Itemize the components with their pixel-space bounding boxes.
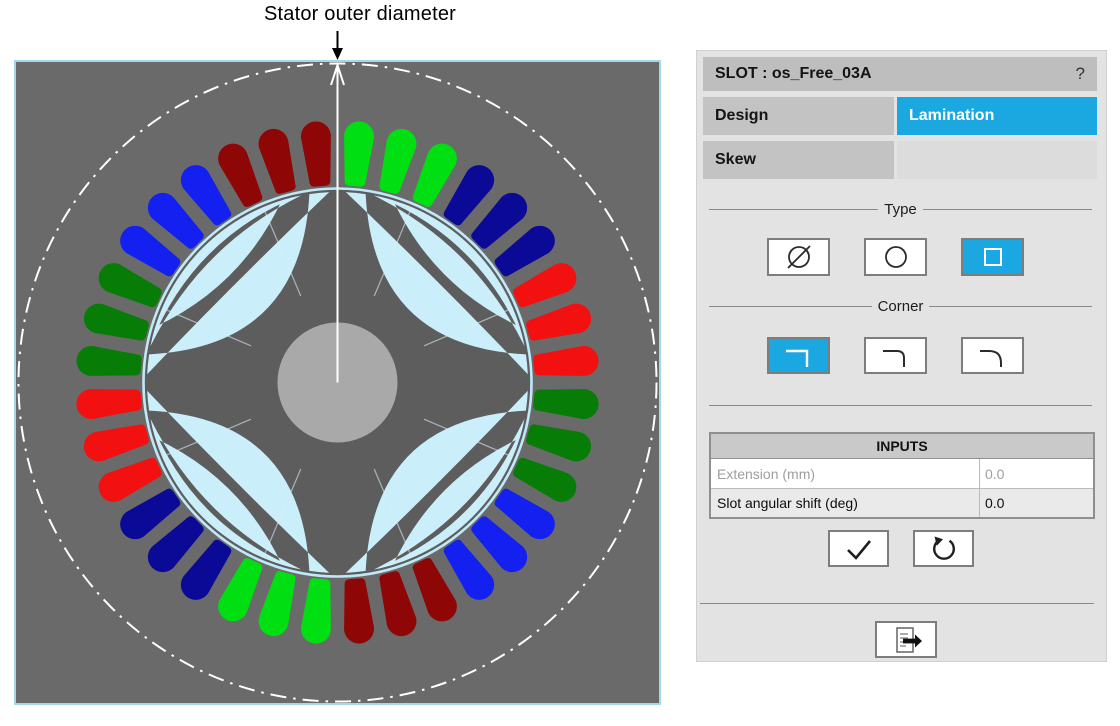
inputs-table-header: INPUTS bbox=[711, 434, 1093, 459]
apply-button[interactable] bbox=[828, 530, 889, 567]
slot-type-round-button[interactable] bbox=[864, 238, 927, 276]
motor-diagram-svg bbox=[0, 0, 690, 726]
motor-cross-section-view[interactable]: Stator outer diameter bbox=[0, 0, 690, 726]
table-row-extension: Extension (mm) 0.0 bbox=[711, 459, 1093, 488]
sharp-corner-icon bbox=[779, 341, 819, 371]
section-divider bbox=[700, 603, 1094, 604]
slot-properties-panel: SLOT : os_Free_03A ? Design Lamination S… bbox=[697, 51, 1106, 661]
corner-section-label: Corner bbox=[872, 298, 930, 315]
corner-section-caption: Corner bbox=[709, 298, 1092, 315]
stator-outer-diameter-label: Stator outer diameter bbox=[200, 3, 520, 26]
type-section-label: Type bbox=[878, 201, 923, 218]
extension-label: Extension (mm) bbox=[711, 459, 980, 488]
tab-design[interactable]: Design bbox=[703, 97, 894, 135]
slot-type-square-button[interactable] bbox=[961, 238, 1024, 276]
panel-header: SLOT : os_Free_03A ? bbox=[703, 57, 1097, 91]
small-radius-corner-icon bbox=[876, 341, 916, 371]
table-row-slot-angular-shift: Slot angular shift (deg) 0.0 bbox=[711, 488, 1093, 517]
inputs-table: INPUTS Extension (mm) 0.0 Slot angular s… bbox=[709, 432, 1095, 519]
circle-icon bbox=[879, 242, 913, 272]
slot-type-none-button[interactable] bbox=[767, 238, 830, 276]
type-section-caption: Type bbox=[709, 201, 1092, 218]
help-icon[interactable]: ? bbox=[1076, 64, 1085, 84]
divider-line bbox=[923, 209, 1092, 210]
undo-rotate-icon bbox=[926, 534, 962, 564]
tab-skew[interactable]: Skew bbox=[703, 141, 894, 179]
export-document-icon bbox=[889, 625, 923, 655]
checkmark-icon bbox=[841, 535, 877, 563]
corner-sharp-button[interactable] bbox=[767, 337, 830, 374]
annotation-arrowhead bbox=[332, 48, 343, 60]
export-button[interactable] bbox=[875, 621, 937, 658]
reset-button[interactable] bbox=[913, 530, 974, 567]
slashed-circle-icon bbox=[782, 242, 816, 272]
section-divider bbox=[709, 405, 1092, 406]
large-radius-corner-icon bbox=[973, 341, 1013, 371]
corner-small-radius-button[interactable] bbox=[864, 337, 927, 374]
corner-large-radius-button[interactable] bbox=[961, 337, 1024, 374]
slot-angular-shift-value-field[interactable]: 0.0 bbox=[980, 489, 1093, 517]
application-window: Stator outer diameter SLOT : os_Free_03A… bbox=[0, 0, 1120, 726]
extension-value-field: 0.0 bbox=[980, 459, 1093, 488]
tab-row-filler bbox=[897, 141, 1097, 179]
square-icon bbox=[976, 242, 1010, 272]
tab-lamination[interactable]: Lamination bbox=[897, 97, 1097, 135]
divider-line bbox=[709, 209, 878, 210]
slot-angular-shift-label: Slot angular shift (deg) bbox=[711, 489, 980, 517]
divider-line bbox=[929, 306, 1092, 307]
panel-title: SLOT : os_Free_03A bbox=[715, 65, 1076, 83]
divider-line bbox=[709, 306, 872, 307]
